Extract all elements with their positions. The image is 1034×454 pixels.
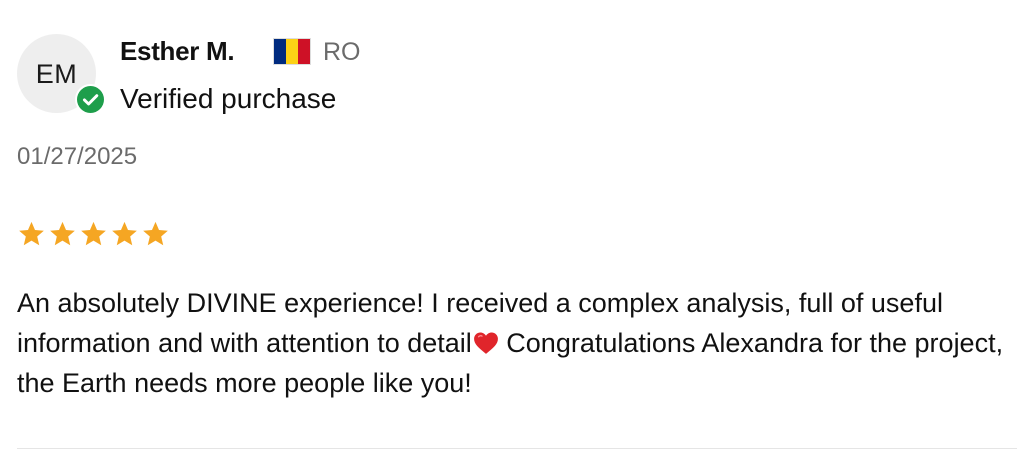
red-heart-icon: [473, 332, 498, 354]
verified-purchase-label: Verified purchase: [120, 83, 337, 114]
reviewer-name: Esther M.: [120, 36, 235, 66]
star-icon: [112, 221, 137, 246]
star-icon: [19, 221, 44, 246]
romania-flag-icon: [273, 38, 311, 65]
review-date: 01/27/2025: [17, 143, 138, 170]
review-text: An absolutely DIVINE experience! I recei…: [17, 283, 1017, 403]
star-icon: [81, 221, 106, 246]
avatar-initials: EM: [35, 59, 78, 89]
country-code: RO: [323, 38, 361, 66]
star-icon: [143, 221, 168, 246]
divider: [17, 448, 1017, 449]
check-circle-icon: [75, 84, 106, 115]
star-icon: [50, 221, 75, 246]
review-card: EM Esther M. RO Verified purchase 01/27/…: [0, 0, 1034, 454]
star-rating: [17, 220, 170, 249]
